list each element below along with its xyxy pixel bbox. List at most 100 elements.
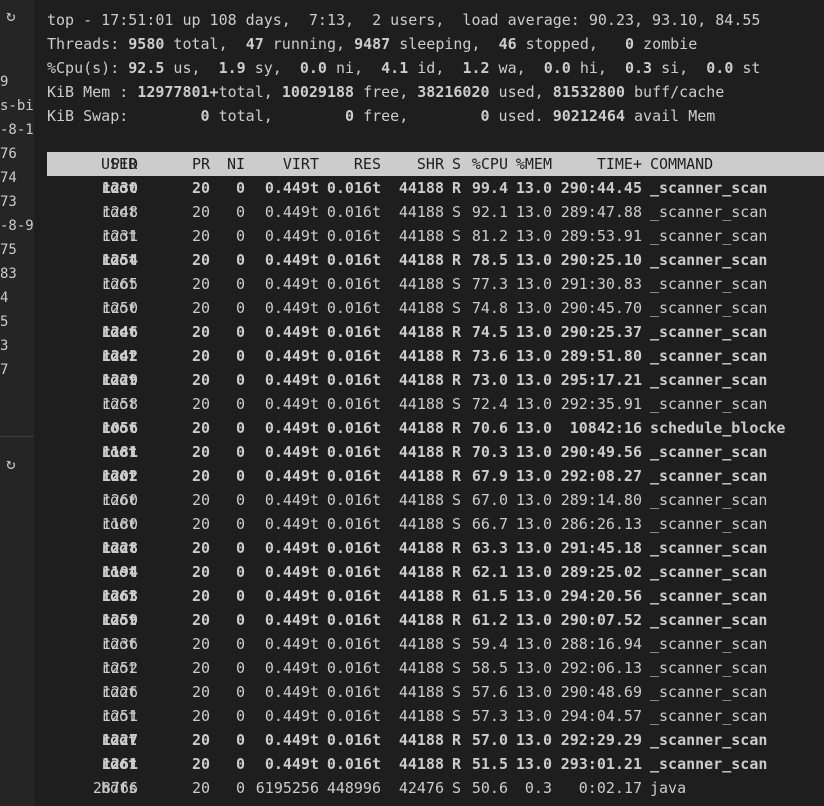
- cell-user: root: [101, 587, 138, 605]
- cell-user: root: [101, 707, 138, 725]
- cell-virt: 0.449t: [264, 323, 319, 341]
- cell-virt: 0.449t: [264, 731, 319, 749]
- summary-label: total,: [209, 107, 346, 125]
- cell-user: root: [101, 347, 138, 365]
- column-header-time: TIME+: [596, 155, 642, 173]
- cell-virt: 0.449t: [264, 611, 319, 629]
- cell-time: 292:08.27: [560, 467, 642, 485]
- cell-mem: 13.0: [515, 251, 552, 269]
- summary-label: us,: [164, 59, 219, 77]
- cell-res: 0.016t: [326, 323, 381, 341]
- cell-cmd: _scanner_scan: [650, 347, 768, 365]
- cell-mem: 13.0: [515, 371, 552, 389]
- table-row: 1180 root 20 0 0.449t 0.016t 44188 S 66.7 13.0 286…: [47, 512, 824, 536]
- summary-value: 12977801+: [137, 83, 219, 101]
- cell-shr: 44188: [398, 299, 444, 317]
- cell-pr: 20: [191, 563, 210, 581]
- summary-label: Threads:: [47, 35, 129, 53]
- cell-virt: 0.449t: [264, 419, 319, 437]
- cell-res: 0.016t: [326, 395, 381, 413]
- cell-user: root: [101, 179, 138, 197]
- cell-virt: 0.449t: [264, 491, 319, 509]
- cell-shr: 44188: [398, 611, 444, 629]
- cell-cpu: 70.3: [471, 443, 508, 461]
- cell-user: root: [101, 251, 138, 269]
- cell-user: root: [101, 659, 138, 677]
- cell-shr: 44188: [398, 731, 444, 749]
- cell-pr: 20: [191, 251, 210, 269]
- cell-res: 0.016t: [326, 755, 381, 773]
- side-panel-text: -8-10: [0, 122, 34, 138]
- summary-label: sy,: [245, 59, 300, 77]
- cell-cpu: 72.4: [471, 395, 508, 413]
- refresh-icon[interactable]: ↻: [6, 8, 22, 24]
- summary-value: 0.0: [706, 59, 734, 77]
- refresh-icon[interactable]: ↻: [6, 456, 22, 472]
- summary-label: id,: [408, 59, 463, 77]
- cell-cpu: 73.6: [471, 347, 508, 365]
- cell-ni: 0: [235, 731, 245, 749]
- cell-user: root: [101, 395, 138, 413]
- cell-mem: 13.0: [515, 299, 552, 317]
- cell-s: S: [452, 203, 462, 221]
- threads-line: Threads: 9580 total, 47 running, 9487 sl…: [47, 32, 697, 56]
- cell-mem: 13.0: [515, 755, 552, 773]
- cell-s: S: [452, 683, 462, 701]
- summary-value: 0: [480, 107, 490, 125]
- cell-pr: 20: [191, 395, 210, 413]
- uptime-line: top - 17:51:01 up 108 days, 7:13, 2 user…: [47, 11, 761, 29]
- summary-value: 1.2: [462, 59, 490, 77]
- cell-cpu: 81.2: [471, 227, 508, 245]
- table-row: 1246 root 20 0 0.449t 0.016t 44188 R 74.5 13.0 290…: [47, 320, 824, 344]
- cell-user: root: [101, 419, 138, 437]
- cell-pr: 20: [191, 203, 210, 221]
- cell-cpu: 57.3: [471, 707, 508, 725]
- cell-cmd: _scanner_scan: [650, 563, 768, 581]
- table-row: 1231 root 20 0 0.449t 0.016t 44188 S 81.2 13.0 289…: [47, 224, 824, 248]
- side-panel-text: 7: [0, 362, 9, 378]
- cell-cpu: 99.4: [471, 179, 508, 197]
- cell-mem: 13.0: [515, 587, 552, 605]
- cell-s: R: [452, 587, 462, 605]
- cell-ni: 0: [235, 491, 245, 509]
- column-header-res: RES: [353, 155, 381, 173]
- summary-value: 0.0: [543, 59, 571, 77]
- cell-s: R: [452, 443, 462, 461]
- side-panel-text: 3: [0, 338, 9, 354]
- cell-pr: 20: [191, 227, 210, 245]
- summary-value: 9487: [354, 35, 391, 53]
- cell-virt: 0.449t: [264, 371, 319, 389]
- cell-virt: 0.449t: [264, 251, 319, 269]
- cell-virt: 0.449t: [264, 707, 319, 725]
- cell-ni: 0: [235, 659, 245, 677]
- summary-label: total,: [218, 83, 282, 101]
- cell-pr: 20: [191, 515, 210, 533]
- table-row: 1251 root 20 0 0.449t 0.016t 44188 S 57.3 13.0 294…: [47, 704, 824, 728]
- cell-pr: 20: [191, 611, 210, 629]
- summary-value: 9580: [128, 35, 165, 53]
- cell-ni: 0: [235, 707, 245, 725]
- cell-cmd: _scanner_scan: [650, 227, 768, 245]
- cell-virt: 0.449t: [264, 683, 319, 701]
- cell-ni: 0: [235, 227, 245, 245]
- cell-user: hdfs: [101, 779, 138, 797]
- side-panel-text: s-big: [0, 98, 34, 114]
- column-header-cpu: %CPU: [471, 155, 508, 173]
- cell-user: root: [101, 635, 138, 653]
- column-header-ni: NI: [226, 155, 245, 173]
- cell-user: root: [101, 227, 138, 245]
- cell-shr: 44188: [398, 515, 444, 533]
- summary-label: stopped,: [516, 35, 625, 53]
- cell-ni: 0: [235, 371, 245, 389]
- summary-label: ni,: [326, 59, 382, 77]
- table-row: 1242 root 20 0 0.449t 0.016t 44188 R 73.6 13.0 289…: [47, 344, 824, 368]
- cell-res: 0.016t: [326, 443, 381, 461]
- cell-user: root: [101, 299, 138, 317]
- column-header-user: USER: [101, 155, 138, 173]
- table-row: 1194 root 20 0 0.449t 0.016t 44188 R 62.1 13.0 289…: [47, 560, 824, 584]
- summary-label: used.: [489, 107, 553, 125]
- summary-value: 0: [345, 107, 355, 125]
- cell-cpu: 51.5: [471, 755, 508, 773]
- panel-divider: [0, 436, 34, 437]
- cell-shr: 44188: [398, 755, 444, 773]
